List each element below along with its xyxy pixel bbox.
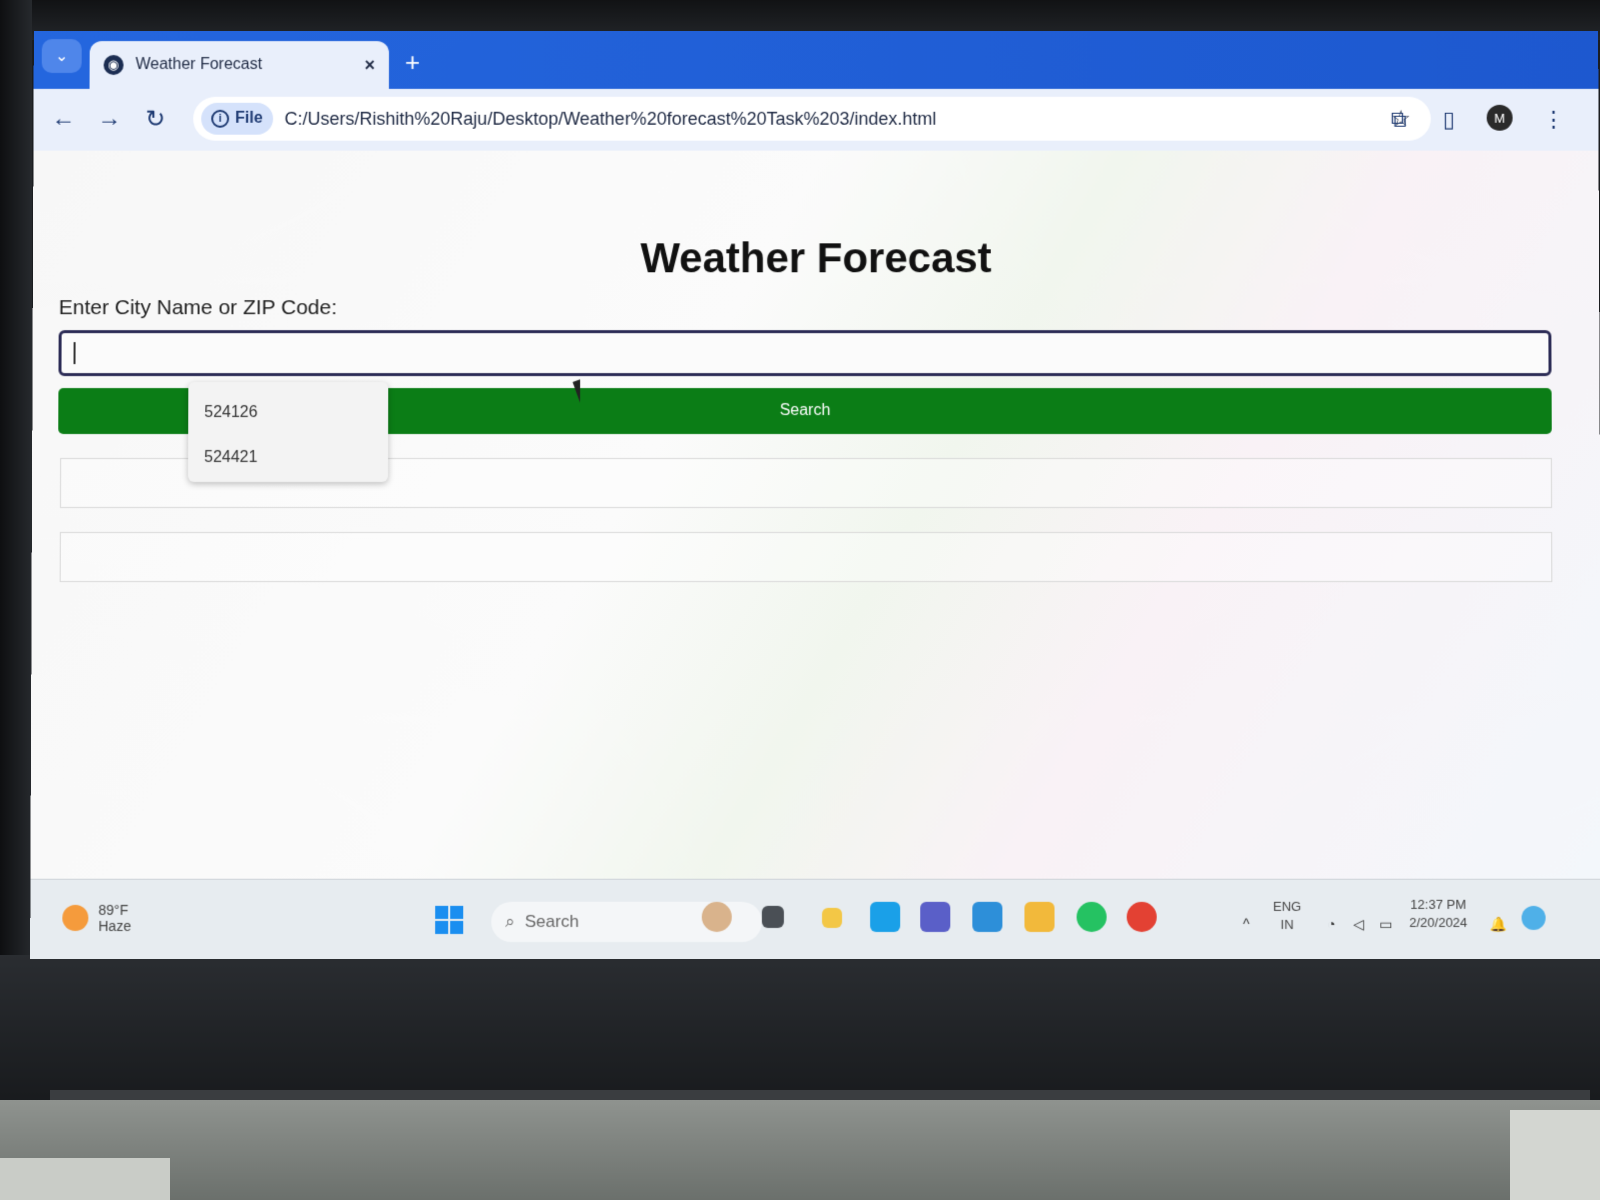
show-hidden-icons-chevron-icon[interactable]: ^ [1243, 916, 1250, 932]
desk-surface-right [1510, 1110, 1600, 1200]
menu-kebab-icon[interactable]: ⋮ [1543, 107, 1565, 133]
weather-condition: Haze [98, 918, 131, 934]
notification-bell-icon[interactable]: 🔔 [1489, 916, 1507, 933]
task-view-icon[interactable] [762, 906, 784, 928]
widgets-muffin-icon[interactable] [702, 902, 732, 932]
text-caret [74, 342, 76, 364]
tab-weather-forecast[interactable]: ◉ Weather Forecast × [90, 41, 389, 89]
autocomplete-dropdown: 524126 524421 [188, 382, 388, 482]
city-zip-input[interactable] [58, 330, 1551, 376]
language-indicator[interactable]: ENG IN [1273, 898, 1301, 934]
browser-tab-bar: ⌄ ◉ Weather Forecast × + [34, 31, 1599, 89]
web-page: Weather Forecast Enter City Name or ZIP … [30, 151, 1600, 879]
weather-widget[interactable]: 89°F Haze [62, 902, 131, 934]
windows-start-icon[interactable] [435, 906, 463, 934]
desk-surface [0, 1158, 170, 1200]
region-code: IN [1273, 916, 1301, 934]
forward-arrow-icon[interactable]: → [97, 105, 121, 133]
tab-search-dropdown-icon[interactable]: ⌄ [42, 39, 82, 73]
page-title: Weather Forecast [33, 234, 1599, 282]
suggestion-item[interactable]: 524421 [188, 435, 388, 480]
laptop-bezel-left [0, 0, 32, 980]
globe-icon: ◉ [104, 55, 124, 75]
new-tab-button[interactable]: + [405, 47, 420, 78]
app-icon-blue-square[interactable] [870, 902, 900, 932]
python-icon[interactable] [822, 908, 842, 928]
teams-icon[interactable] [920, 902, 950, 932]
search-icon: ⌕ [505, 912, 515, 932]
back-arrow-icon[interactable]: ← [51, 105, 75, 133]
language-code: ENG [1273, 898, 1301, 916]
laptop-deck [0, 1100, 1600, 1200]
reload-icon[interactable]: ↻ [145, 105, 165, 134]
tab-title: Weather Forecast [136, 56, 365, 74]
windows-taskbar: 89°F Haze ⌕ Search ^ ENG IN ◔ ◁ ▭ 12:37 … [30, 879, 1600, 959]
suggestion-item[interactable]: 524126 [188, 390, 388, 435]
site-info-chip[interactable]: i File [201, 103, 273, 135]
address-bar[interactable]: i File C:/Users/Rishith%20Raju/Desktop/W… [193, 97, 1431, 141]
clock-date: 2/20/2024 [1409, 914, 1467, 932]
url-text: C:/Users/Rishith%20Raju/Desktop/Weather%… [285, 108, 937, 129]
whatsapp-icon[interactable] [1077, 902, 1107, 932]
file-chip-label: File [235, 110, 263, 128]
haze-sun-icon [62, 905, 88, 931]
extensions-icon[interactable]: ⧉ [1391, 107, 1407, 133]
copilot-icon[interactable] [1522, 906, 1546, 930]
info-icon: i [211, 110, 229, 128]
file-explorer-icon[interactable] [1024, 902, 1054, 932]
wifi-icon[interactable]: ◔ [1327, 916, 1336, 932]
forecast-result-box [60, 532, 1553, 582]
battery-icon[interactable]: ▭ [1379, 916, 1392, 933]
profile-avatar[interactable]: M [1487, 105, 1513, 131]
taskbar-search-placeholder: Search [525, 912, 579, 932]
close-icon[interactable]: × [364, 55, 375, 76]
browser-toolbar: ← → ↻ i File C:/Users/Rishith%20Raju/Des… [33, 89, 1598, 151]
laptop-screen: ⌄ ◉ Weather Forecast × + ← → ↻ i File C:… [30, 31, 1600, 959]
clock-time: 12:37 PM [1409, 896, 1467, 914]
chrome-icon[interactable] [1127, 902, 1157, 932]
laptop-chin [0, 955, 1600, 1105]
clock[interactable]: 12:37 PM 2/20/2024 [1409, 896, 1467, 932]
city-input-label: Enter City Name or ZIP Code: [59, 296, 337, 320]
side-panel-icon[interactable]: ▯ [1443, 107, 1455, 133]
weather-temperature: 89°F [98, 902, 131, 918]
volume-icon[interactable]: ◁ [1353, 916, 1364, 933]
photos-icon[interactable] [972, 902, 1002, 932]
